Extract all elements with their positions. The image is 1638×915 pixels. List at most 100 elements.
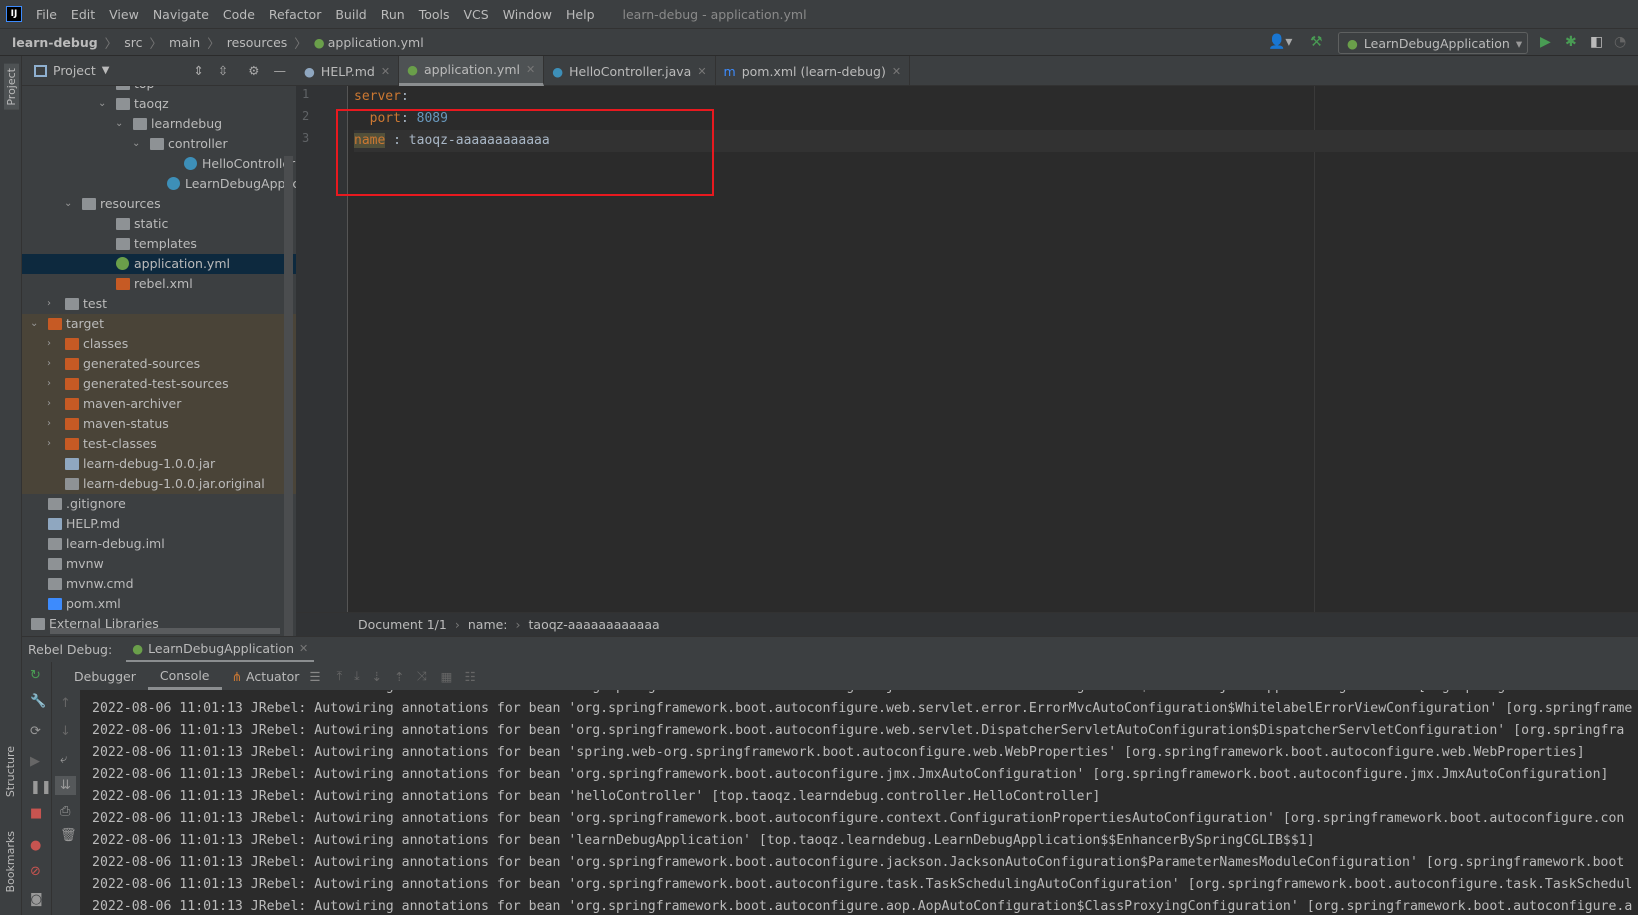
menu-run[interactable]: Run: [381, 7, 405, 22]
step-over-icon[interactable]: ⤓: [354, 668, 360, 684]
step-out-icon[interactable]: ⇡: [394, 669, 404, 684]
trace-icon[interactable]: ☷: [464, 669, 475, 684]
menu-navigate[interactable]: Navigate: [153, 7, 209, 22]
tab-hellocontroller-java[interactable]: ● HelloController.java ✕: [544, 56, 716, 86]
tree-item-pom-xml[interactable]: pom.xml: [22, 594, 296, 614]
tab-console[interactable]: Console: [147, 662, 222, 690]
tree-item-test-classes[interactable]: › test-classes: [22, 434, 296, 454]
chevron-right-icon[interactable]: ›: [47, 394, 59, 414]
tab-application-yml[interactable]: ● application.yml ✕: [399, 56, 545, 86]
tree-item-learn-debug-iml[interactable]: learn-debug.iml: [22, 534, 296, 554]
menu-tools[interactable]: Tools: [419, 7, 450, 22]
tree-item-resources[interactable]: ⌄ resources: [22, 194, 296, 214]
debug-bug-icon[interactable]: ✱: [1565, 34, 1577, 50]
tree-item-maven-archiver[interactable]: › maven-archiver: [22, 394, 296, 414]
tree-item--gitignore[interactable]: .gitignore: [22, 494, 296, 514]
run-icon[interactable]: ▶: [1540, 34, 1551, 50]
breadcrumb-src[interactable]: src: [124, 35, 142, 50]
arrow-down-icon[interactable]: ↓: [60, 724, 71, 739]
chevron-right-icon[interactable]: ›: [47, 434, 59, 454]
breadcrumb-project[interactable]: learn-debug: [12, 35, 98, 50]
vcs-user-icon[interactable]: 👤▾: [1268, 34, 1292, 50]
close-icon[interactable]: ✕: [381, 65, 390, 78]
chevron-right-icon[interactable]: ›: [47, 374, 59, 394]
tree-item-learn-debug-1-0-0-jar[interactable]: learn-debug-1.0.0.jar: [22, 454, 296, 474]
close-icon[interactable]: ✕: [892, 65, 901, 78]
expand-all-icon[interactable]: ⇕: [193, 63, 203, 78]
camera-icon[interactable]: ◙: [30, 892, 43, 907]
close-icon[interactable]: ✕: [526, 63, 535, 76]
tree-item-classes[interactable]: › classes: [22, 334, 296, 354]
debug-session-tab[interactable]: ● LearnDebugApplication ✕: [126, 637, 315, 663]
tree-item-learn-debug-1-0-0-jar-original[interactable]: learn-debug-1.0.0.jar.original: [22, 474, 296, 494]
step-into-icon[interactable]: ⇣: [372, 669, 382, 684]
tree-vertical-scrollbar[interactable]: [284, 156, 293, 646]
tree-item-maven-status[interactable]: › maven-status: [22, 414, 296, 434]
yaml-key-crumb[interactable]: name:: [468, 617, 508, 632]
yaml-value-crumb[interactable]: taoqz-aaaaaaaaaaaa: [529, 617, 660, 632]
structure-tool-button[interactable]: Structure: [4, 746, 17, 797]
menu-code[interactable]: Code: [223, 7, 255, 22]
refresh-icon[interactable]: ⟳: [30, 724, 41, 739]
chevron-right-icon[interactable]: ›: [47, 354, 59, 374]
menu-view[interactable]: View: [109, 7, 139, 22]
tree-item-help-md[interactable]: HELP.md: [22, 514, 296, 534]
build-hammer-icon[interactable]: ⚒: [1310, 34, 1323, 50]
arrow-up-icon[interactable]: ↑: [60, 696, 71, 711]
menu-window[interactable]: Window: [503, 7, 552, 22]
close-icon[interactable]: ✕: [697, 65, 706, 78]
soft-wrap-icon[interactable]: ⤶: [60, 752, 67, 767]
tree-item-controller[interactable]: ⌄ controller: [22, 134, 296, 154]
menu-build[interactable]: Build: [335, 7, 366, 22]
tab-help-md[interactable]: ● HELP.md ✕: [296, 56, 400, 86]
menu-vcs[interactable]: VCS: [464, 7, 489, 22]
tree-item-generated-sources[interactable]: › generated-sources: [22, 354, 296, 374]
gear-icon[interactable]: ⚙: [248, 63, 259, 78]
tree-item-generated-test-sources[interactable]: › generated-test-sources: [22, 374, 296, 394]
tree-item-taoqz[interactable]: ⌄ taoqz: [22, 94, 296, 114]
chevron-down-icon[interactable]: ⌄: [132, 134, 144, 154]
chevron-right-icon[interactable]: ›: [47, 334, 59, 354]
tree-horizontal-scrollbar[interactable]: [50, 628, 280, 634]
close-icon[interactable]: ✕: [299, 642, 308, 655]
menu-edit[interactable]: Edit: [71, 7, 95, 22]
menu-file[interactable]: File: [36, 7, 57, 22]
mute-breakpoints-icon[interactable]: ⊘: [30, 864, 41, 879]
menu-refactor[interactable]: Refactor: [269, 7, 321, 22]
project-tool-button[interactable]: Project: [4, 64, 19, 110]
chevron-down-icon[interactable]: ▼: [102, 65, 110, 76]
tree-item-application-yml[interactable]: application.yml: [22, 254, 296, 274]
breadcrumb-resources[interactable]: resources: [227, 35, 288, 50]
breadcrumb-file[interactable]: application.yml: [328, 35, 424, 50]
view-breakpoints-icon[interactable]: ●: [30, 838, 41, 853]
tree-item-learndebugapplication[interactable]: LearnDebugApplication: [22, 174, 296, 194]
console-output[interactable]: 2022-08-06 11:01:13 JRebel: Autowiring a…: [80, 690, 1638, 915]
evaluate-expression-icon[interactable]: ▦: [441, 669, 453, 684]
tree-item-static[interactable]: static: [22, 214, 296, 234]
wrench-icon[interactable]: 🔧: [30, 694, 46, 709]
scroll-to-end-icon[interactable]: ⇊: [55, 776, 76, 795]
tree-item-mvnw[interactable]: mvnw: [22, 554, 296, 574]
show-execution-point-icon[interactable]: ⤒: [337, 668, 343, 684]
tree-item-test[interactable]: › test: [22, 294, 296, 314]
tree-item-target[interactable]: ⌄ target: [22, 314, 296, 334]
bookmarks-tool-button[interactable]: Bookmarks: [4, 831, 17, 892]
chevron-down-icon[interactable]: ⌄: [98, 94, 110, 114]
tab-debugger[interactable]: Debugger: [62, 669, 148, 684]
chevron-down-icon[interactable]: ⌄: [64, 194, 76, 214]
chevron-right-icon[interactable]: ›: [47, 294, 59, 314]
profiler-icon[interactable]: ◔: [1614, 34, 1626, 50]
chevron-down-icon[interactable]: ⌄: [30, 314, 42, 334]
minimize-icon[interactable]: —: [274, 63, 287, 78]
tree-item-learndebug[interactable]: ⌄ learndebug: [22, 114, 296, 134]
print-icon[interactable]: ⎙: [60, 804, 70, 819]
trash-icon[interactable]: 🗑: [60, 828, 77, 843]
project-view-selector[interactable]: Project: [53, 63, 96, 78]
yaml-document-crumb[interactable]: Document 1/1: [358, 617, 447, 632]
tree-item-templates[interactable]: templates: [22, 234, 296, 254]
layout-menu-icon[interactable]: ☰: [309, 669, 320, 684]
resume-icon[interactable]: ▶: [30, 754, 40, 769]
tree-item-top[interactable]: top: [22, 86, 296, 94]
breadcrumb-main[interactable]: main: [169, 35, 200, 50]
coverage-icon[interactable]: ◧: [1590, 34, 1603, 50]
